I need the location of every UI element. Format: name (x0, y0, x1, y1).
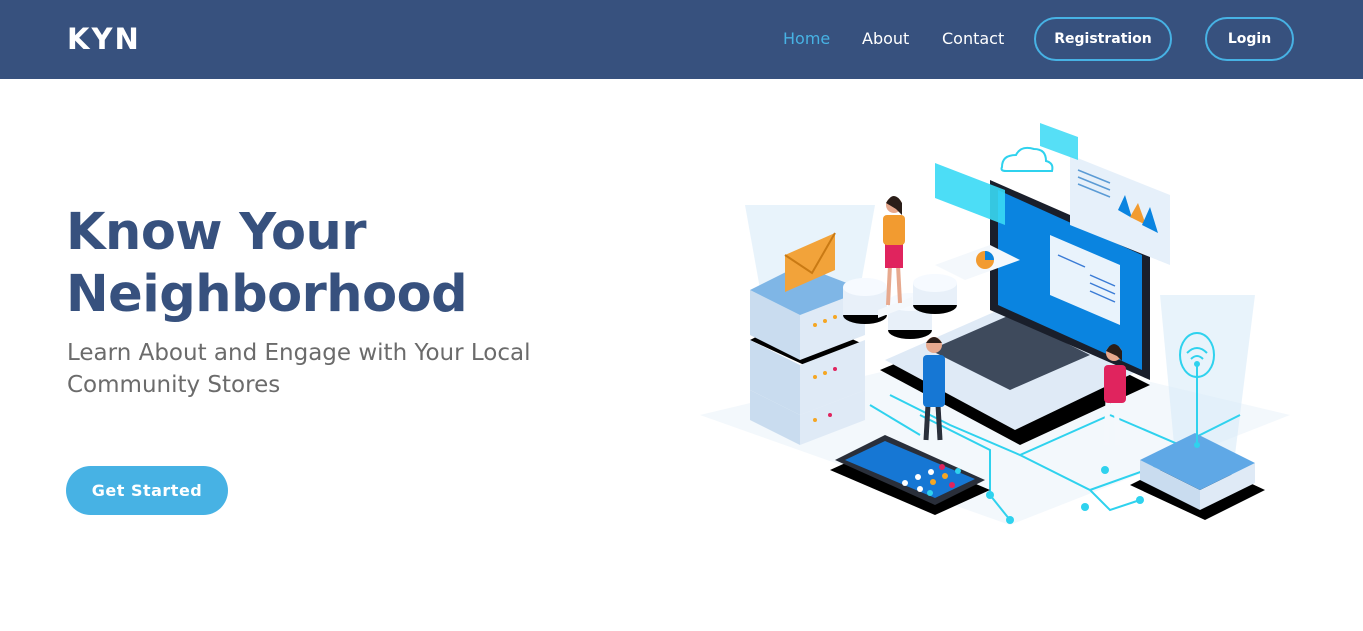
nav-link-contact[interactable]: Contact (942, 29, 1004, 48)
hero-subtitle: Learn About and Engage with Your Local C… (67, 337, 587, 401)
login-button[interactable]: Login (1205, 17, 1294, 61)
hero-subtitle-line1: Learn About and Engage with Your Local (67, 340, 531, 366)
hero-title: Know Your Neighborhood (66, 202, 626, 326)
nav-link-home[interactable]: Home (783, 29, 830, 48)
logo[interactable]: KYN (67, 22, 141, 56)
hero-title-line1: Know Your (66, 203, 366, 262)
hero-subtitle-line2: Community Stores (67, 372, 281, 398)
cloud-icon (1000, 146, 1054, 172)
nav-link-about[interactable]: About (862, 29, 909, 48)
get-started-button[interactable]: Get Started (66, 466, 228, 515)
hero-title-line2: Neighborhood (66, 265, 468, 324)
registration-button[interactable]: Registration (1034, 17, 1172, 61)
floating-panel-cyan-icon (935, 163, 1005, 225)
navbar: KYN Home About Contact Registration Logi… (0, 0, 1363, 79)
isometric-network-illustration (700, 123, 1290, 525)
